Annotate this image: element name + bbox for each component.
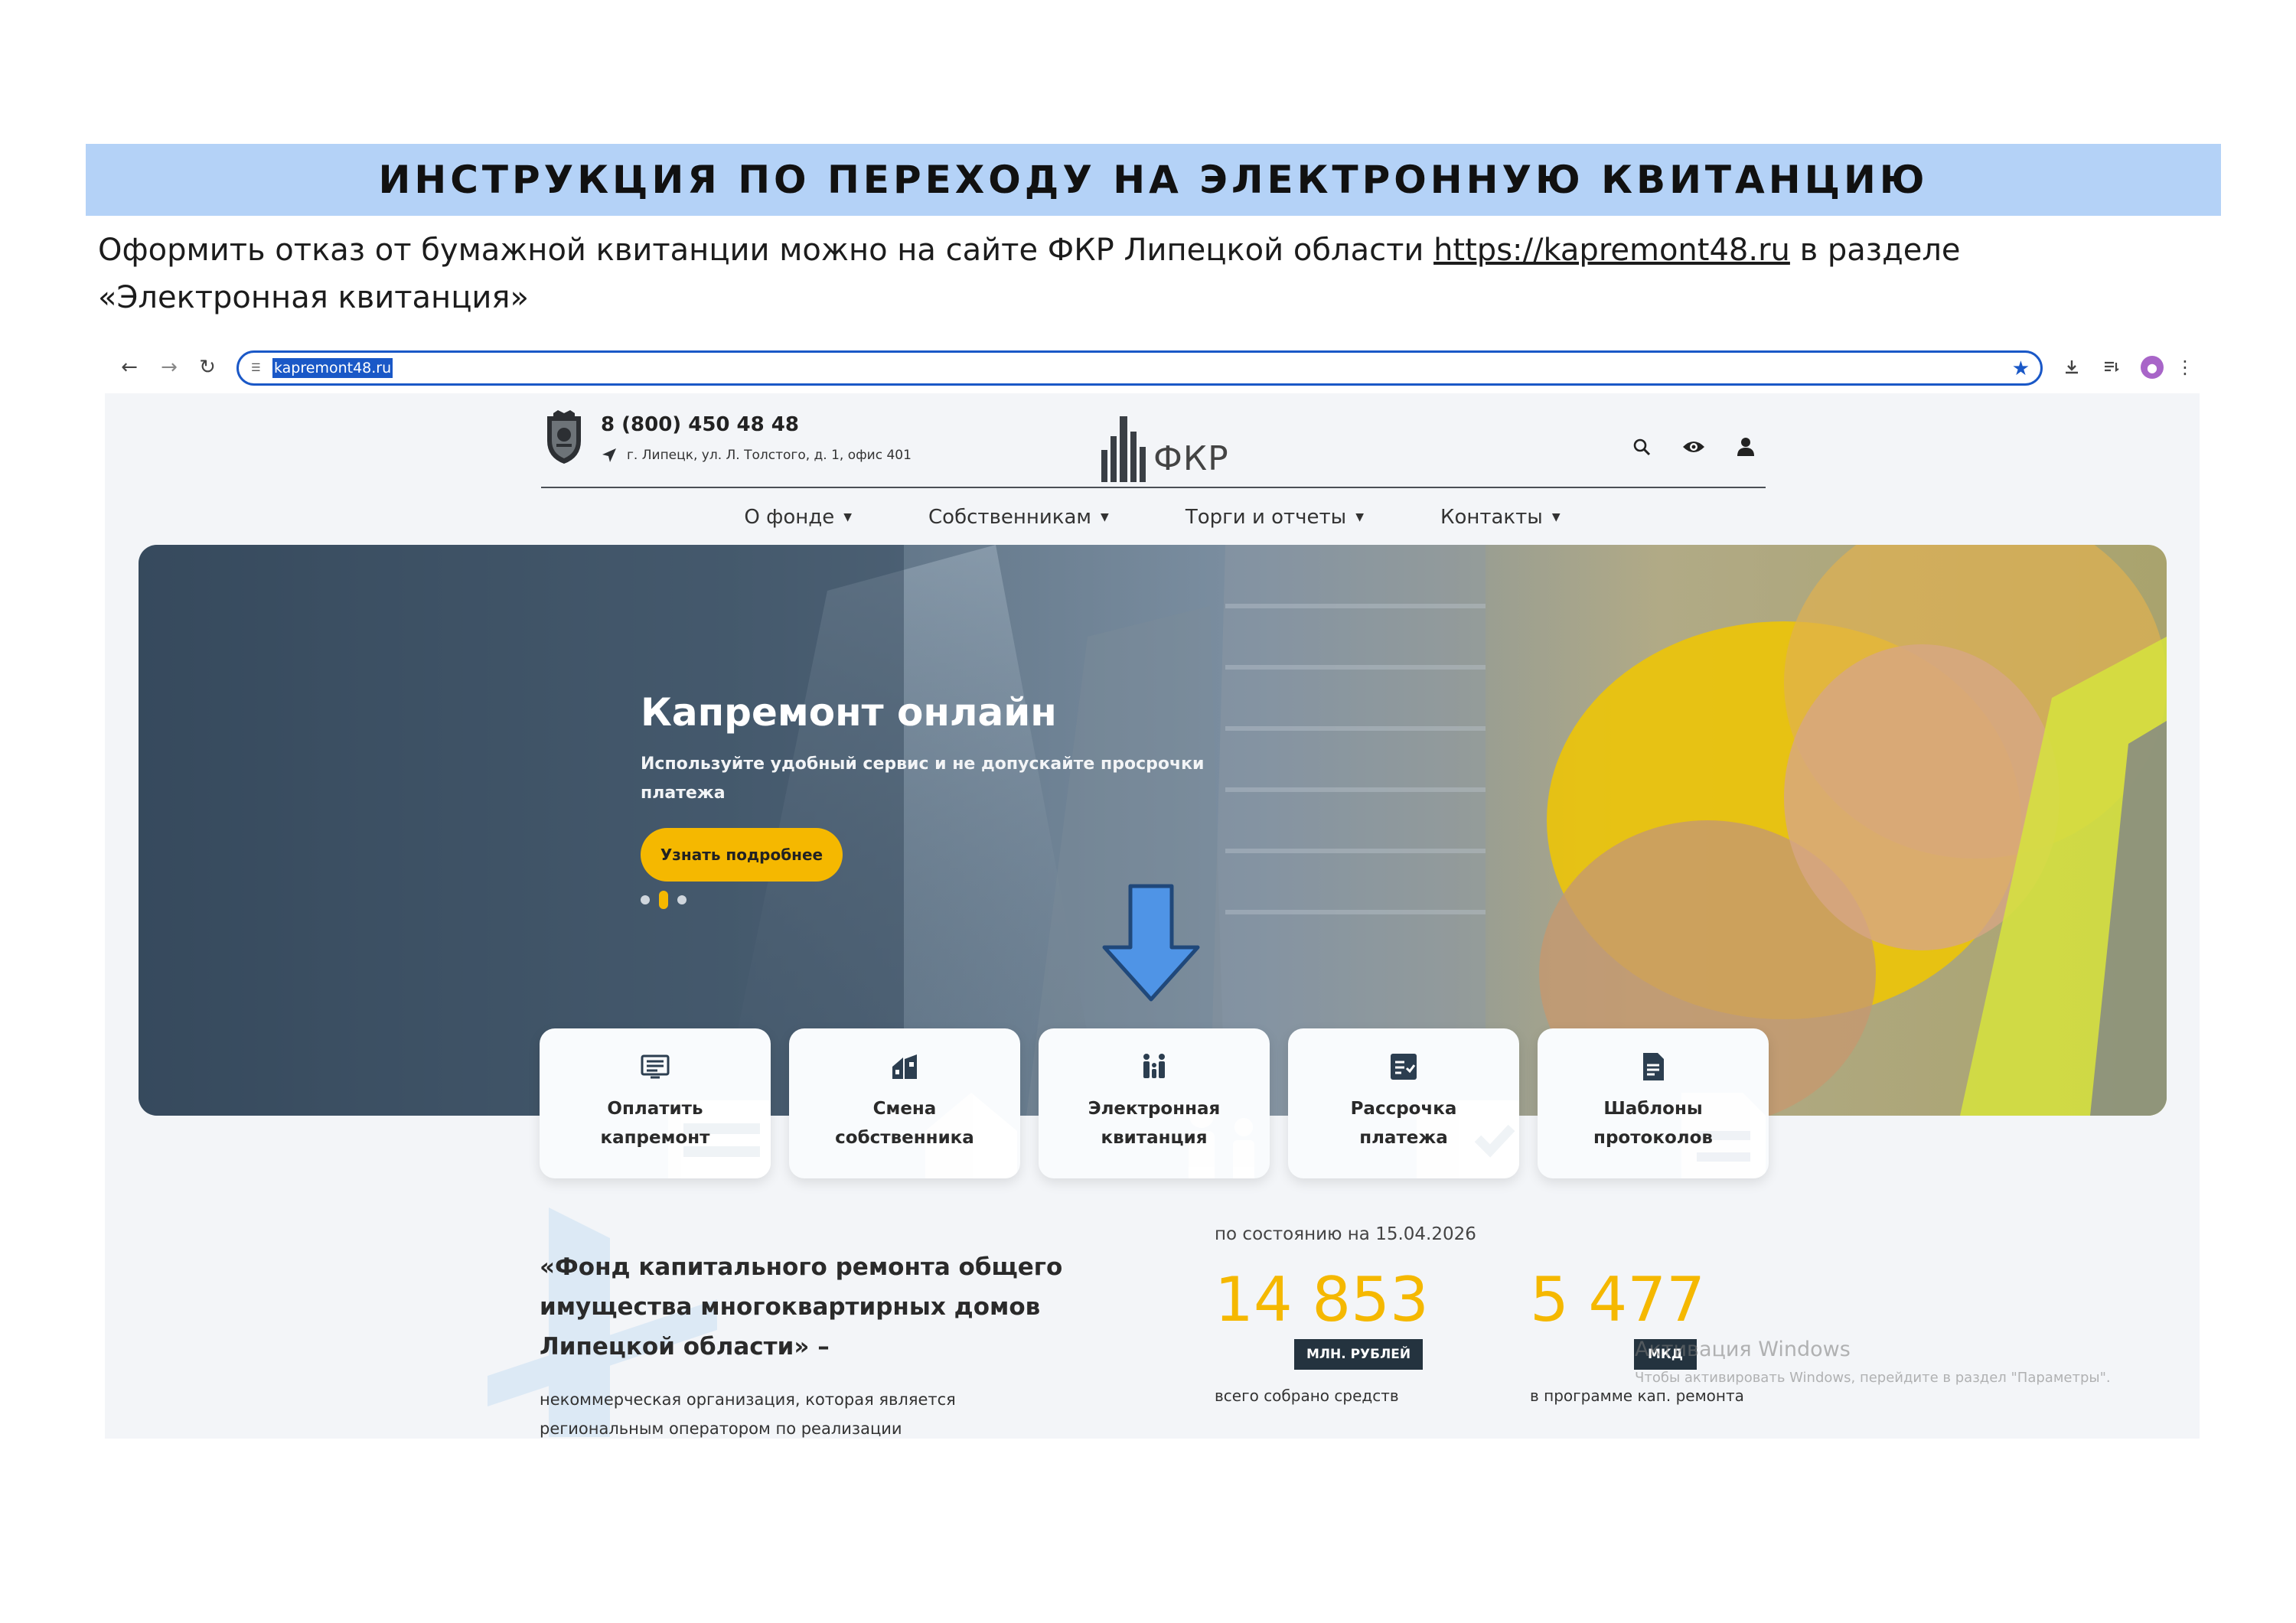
main-menu: О фонде ▼ Собственникам ▼ Торги и отчеты ▼ … — [105, 494, 2200, 540]
document-title-band: ИНСТРУКЦИЯ ПО ПЕРЕХОДУ НА ЭЛЕКТРОННУЮ КВ… — [86, 144, 2221, 216]
about-title: «Фонд капитального ремонта общего имущес… — [540, 1253, 1063, 1361]
more-menu-icon[interactable]: ⋮ — [2171, 354, 2199, 381]
tile-electronic-receipt[interactable]: Электронная квитанция — [1039, 1028, 1270, 1178]
menu-label: Контакты — [1440, 506, 1543, 529]
tile-label-line: Оплатить — [607, 1099, 703, 1119]
menu-label: Собственникам — [928, 506, 1092, 529]
stat-funds-value: 14 853 — [1215, 1264, 1429, 1335]
tile-label-line: протоколов — [1593, 1128, 1713, 1148]
tile-pay-capital-repair[interactable]: Оплатить капремонт — [540, 1028, 771, 1178]
site-settings-icon[interactable]: ☰ — [251, 363, 266, 373]
menu-item-tenders[interactable]: Торги и отчеты ▼ — [1186, 494, 1364, 540]
url-text[interactable]: kapremont48.ru — [272, 358, 393, 378]
family-icon — [1143, 1054, 1165, 1078]
chevron-down-icon: ▼ — [1101, 511, 1109, 523]
checklist-icon — [1391, 1054, 1417, 1080]
address: г. Липецк, ул. Л. Толстого, д. 1, офис 4… — [601, 447, 912, 464]
region-emblem-icon[interactable] — [543, 410, 585, 465]
windows-activation-watermark: Активация Windows — [1635, 1338, 1851, 1361]
slider-dot[interactable] — [641, 895, 650, 904]
hero-more-button[interactable]: Узнать подробнее — [641, 828, 843, 882]
slider-dot-active[interactable] — [659, 891, 668, 909]
tile-label: Смена собственника — [789, 1094, 1020, 1152]
menu-label: Торги и отчеты — [1185, 506, 1347, 529]
menu-item-owners[interactable]: Собственникам ▼ — [928, 494, 1109, 540]
document-icon — [1643, 1053, 1664, 1080]
search-icon[interactable] — [1628, 433, 1655, 461]
browser-toolbar: ← → ↻ ☰ kapremont48.ru ★ ● ⋮ — [105, 343, 2200, 393]
intro-paragraph: Оформить отказ от бумажной квитанции мож… — [98, 227, 2164, 321]
tile-label-line: Рассрочка — [1350, 1099, 1457, 1119]
back-icon[interactable]: ← — [116, 354, 143, 381]
tile-label: Рассрочка платежа — [1288, 1094, 1519, 1152]
service-tiles: Оплатить капремонт Смена собственника Элек… — [540, 1028, 1769, 1178]
browser-screenshot: ← → ↻ ☰ kapremont48.ru ★ ● ⋮ 8 (800) 450… — [105, 343, 2200, 1439]
tile-label: Оплатить капремонт — [540, 1094, 771, 1152]
invoice-icon — [641, 1054, 670, 1079]
document-title: ИНСТРУКЦИЯ ПО ПЕРЕХОДУ НА ЭЛЕКТРОННУЮ КВ… — [378, 158, 1929, 202]
site-link[interactable]: https://kapremont48.ru — [1433, 233, 1790, 268]
menu-label: О фонде — [744, 506, 835, 529]
menu-item-about[interactable]: О фонде ▼ — [744, 494, 852, 540]
tile-label-line: платежа — [1359, 1128, 1448, 1148]
stats-date: по состоянию на 15.04.2026 — [1215, 1224, 1476, 1244]
bookmark-star-icon[interactable]: ★ — [2012, 357, 2030, 380]
chevron-down-icon: ▼ — [1355, 511, 1364, 523]
logo-text: ФКР — [1153, 439, 1229, 478]
stat-funds-caption: всего собрано средств — [1215, 1387, 1399, 1405]
tile-label-line: Электронная — [1088, 1099, 1221, 1119]
chevron-down-icon: ▼ — [1551, 511, 1561, 523]
hero-title: Капремонт онлайн — [641, 690, 1057, 735]
eye-icon[interactable] — [1680, 433, 1707, 461]
user-icon[interactable] — [1732, 433, 1760, 461]
download-icon[interactable] — [2058, 354, 2086, 381]
house-swap-icon — [892, 1054, 917, 1079]
tile-label-line: капремонт — [600, 1128, 710, 1148]
tile-label-line: Смена — [872, 1099, 937, 1119]
tile-label-line: квитанция — [1101, 1128, 1208, 1148]
profile-avatar-icon[interactable]: ● — [2141, 356, 2164, 379]
address-bar[interactable]: ☰ kapremont48.ru ★ — [236, 350, 2043, 386]
tile-owner-change[interactable]: Смена собственника — [789, 1028, 1020, 1178]
intro-text: Оформить отказ от бумажной квитанции мож… — [98, 233, 1434, 268]
reading-list-icon[interactable] — [2098, 354, 2125, 381]
pointer-arrow-icon — [1102, 884, 1200, 1002]
chevron-down-icon: ▼ — [843, 511, 853, 523]
stat-houses-value: 5 477 — [1530, 1264, 1706, 1335]
tile-label: Шаблоны протоколов — [1538, 1094, 1769, 1152]
forward-icon[interactable]: → — [155, 354, 183, 381]
tile-installment[interactable]: Рассрочка платежа — [1288, 1028, 1519, 1178]
about-text: некоммерческая организация, которая явля… — [540, 1390, 956, 1438]
stat-houses-caption: в программе кап. ремонта — [1530, 1387, 1744, 1405]
reload-icon[interactable]: ↻ — [194, 354, 221, 381]
windows-activation-hint: Чтобы активировать Windows, перейдите в … — [1635, 1370, 2111, 1386]
site-header: 8 (800) 450 48 48 г. Липецк, ул. Л. Толс… — [541, 402, 1766, 488]
location-arrow-icon — [602, 448, 616, 462]
tile-label-line: собственника — [835, 1128, 974, 1148]
hero-subtitle: Используйте удобный сервис и не допускай… — [641, 754, 1205, 803]
tile-label-line: Шаблоны — [1603, 1099, 1703, 1119]
menu-item-contacts[interactable]: Контакты ▼ — [1440, 494, 1561, 540]
stat-funds-badge: МЛН. РУБЛЕЙ — [1294, 1339, 1423, 1370]
slider-dot[interactable] — [677, 895, 687, 904]
address-text: г. Липецк, ул. Л. Толстого, д. 1, офис 4… — [627, 448, 912, 463]
phone-number[interactable]: 8 (800) 450 48 48 — [601, 413, 799, 436]
tile-protocol-templates[interactable]: Шаблоны протоколов — [1538, 1028, 1769, 1178]
tile-label: Электронная квитанция — [1039, 1094, 1270, 1152]
